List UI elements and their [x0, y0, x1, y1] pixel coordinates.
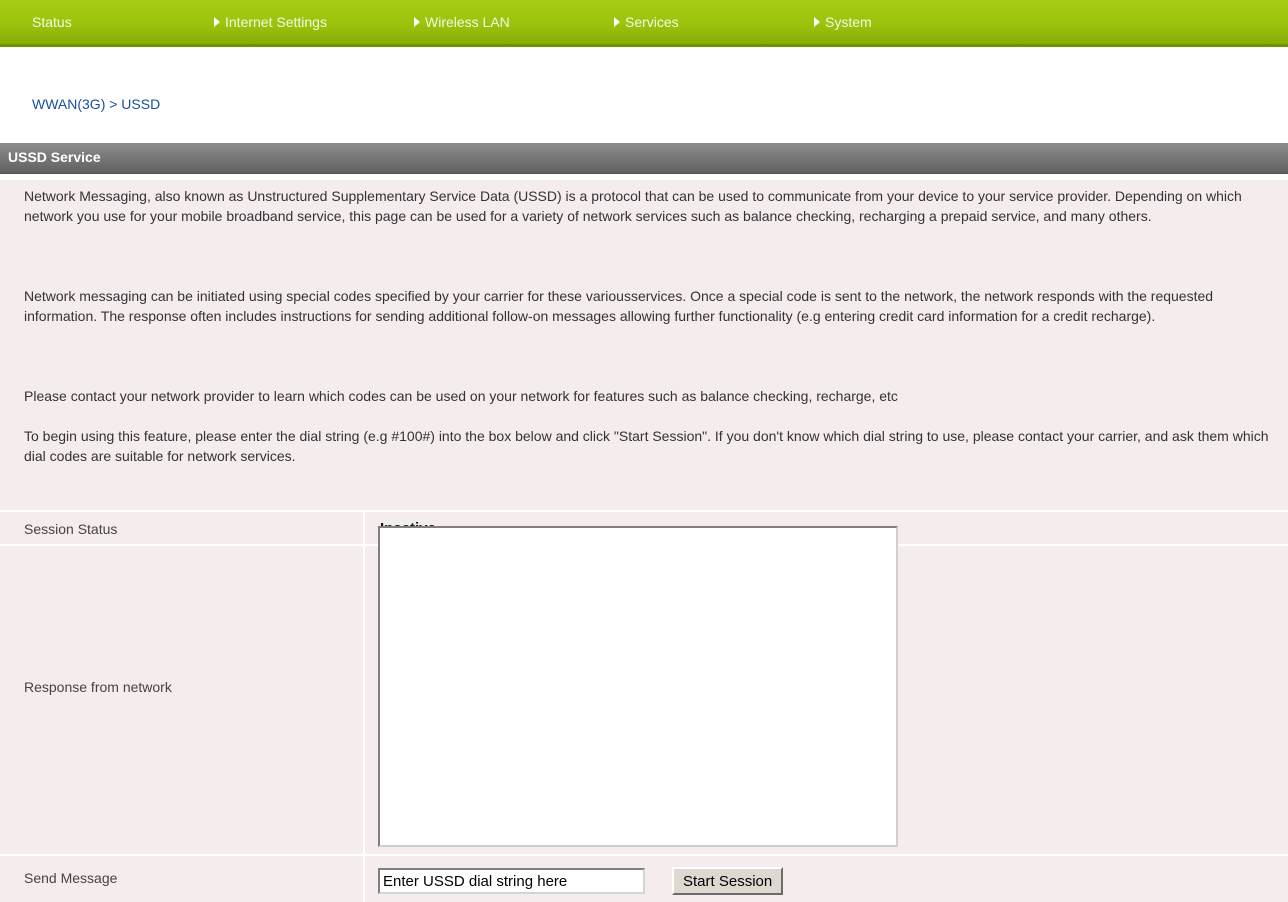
arrow-right-icon: [614, 17, 620, 27]
send-message-label: Send Message: [24, 870, 118, 886]
arrow-right-icon: [814, 17, 820, 27]
section-title: USSD Service: [8, 149, 101, 165]
send-message-row: Send Message Start Session: [0, 856, 1288, 902]
description-paragraph: Please contact your network provider to …: [24, 388, 898, 404]
nav-item-services[interactable]: Services: [614, 14, 679, 30]
session-status-label: Session Status: [24, 521, 118, 537]
arrow-right-icon: [414, 17, 420, 27]
nav-item-system[interactable]: System: [814, 14, 872, 30]
row-divider: [363, 512, 365, 544]
response-textarea[interactable]: [378, 526, 898, 847]
top-nav-bar: Status Internet Settings Wireless LAN Se…: [0, 0, 1288, 47]
nav-item-status[interactable]: Status: [32, 14, 72, 30]
arrow-right-icon: [214, 17, 220, 27]
response-label: Response from network: [24, 679, 172, 695]
ussd-dial-input[interactable]: [378, 868, 645, 894]
breadcrumb: WWAN(3G) > USSD: [32, 96, 161, 112]
description-paragraph: Network messaging can be initiated using…: [24, 288, 1214, 324]
description-paragraph: Network Messaging, also known as Unstruc…: [24, 188, 1242, 224]
nav-item-label: Services: [625, 14, 679, 30]
description-paragraph: To begin using this feature, please ente…: [24, 428, 1269, 464]
nav-item-label: Internet Settings: [225, 14, 327, 30]
section-header: USSD Service: [0, 143, 1288, 174]
row-divider: [363, 546, 365, 854]
nav-item-internet-settings[interactable]: Internet Settings: [214, 14, 327, 30]
nav-item-label: System: [825, 14, 872, 30]
row-divider: [363, 856, 365, 902]
nav-item-label: Status: [32, 14, 72, 30]
nav-item-wireless-lan[interactable]: Wireless LAN: [414, 14, 510, 30]
nav-item-label: Wireless LAN: [425, 14, 510, 30]
description-panel: Network Messaging, also known as Unstruc…: [0, 180, 1288, 510]
start-session-button[interactable]: Start Session: [672, 867, 784, 895]
